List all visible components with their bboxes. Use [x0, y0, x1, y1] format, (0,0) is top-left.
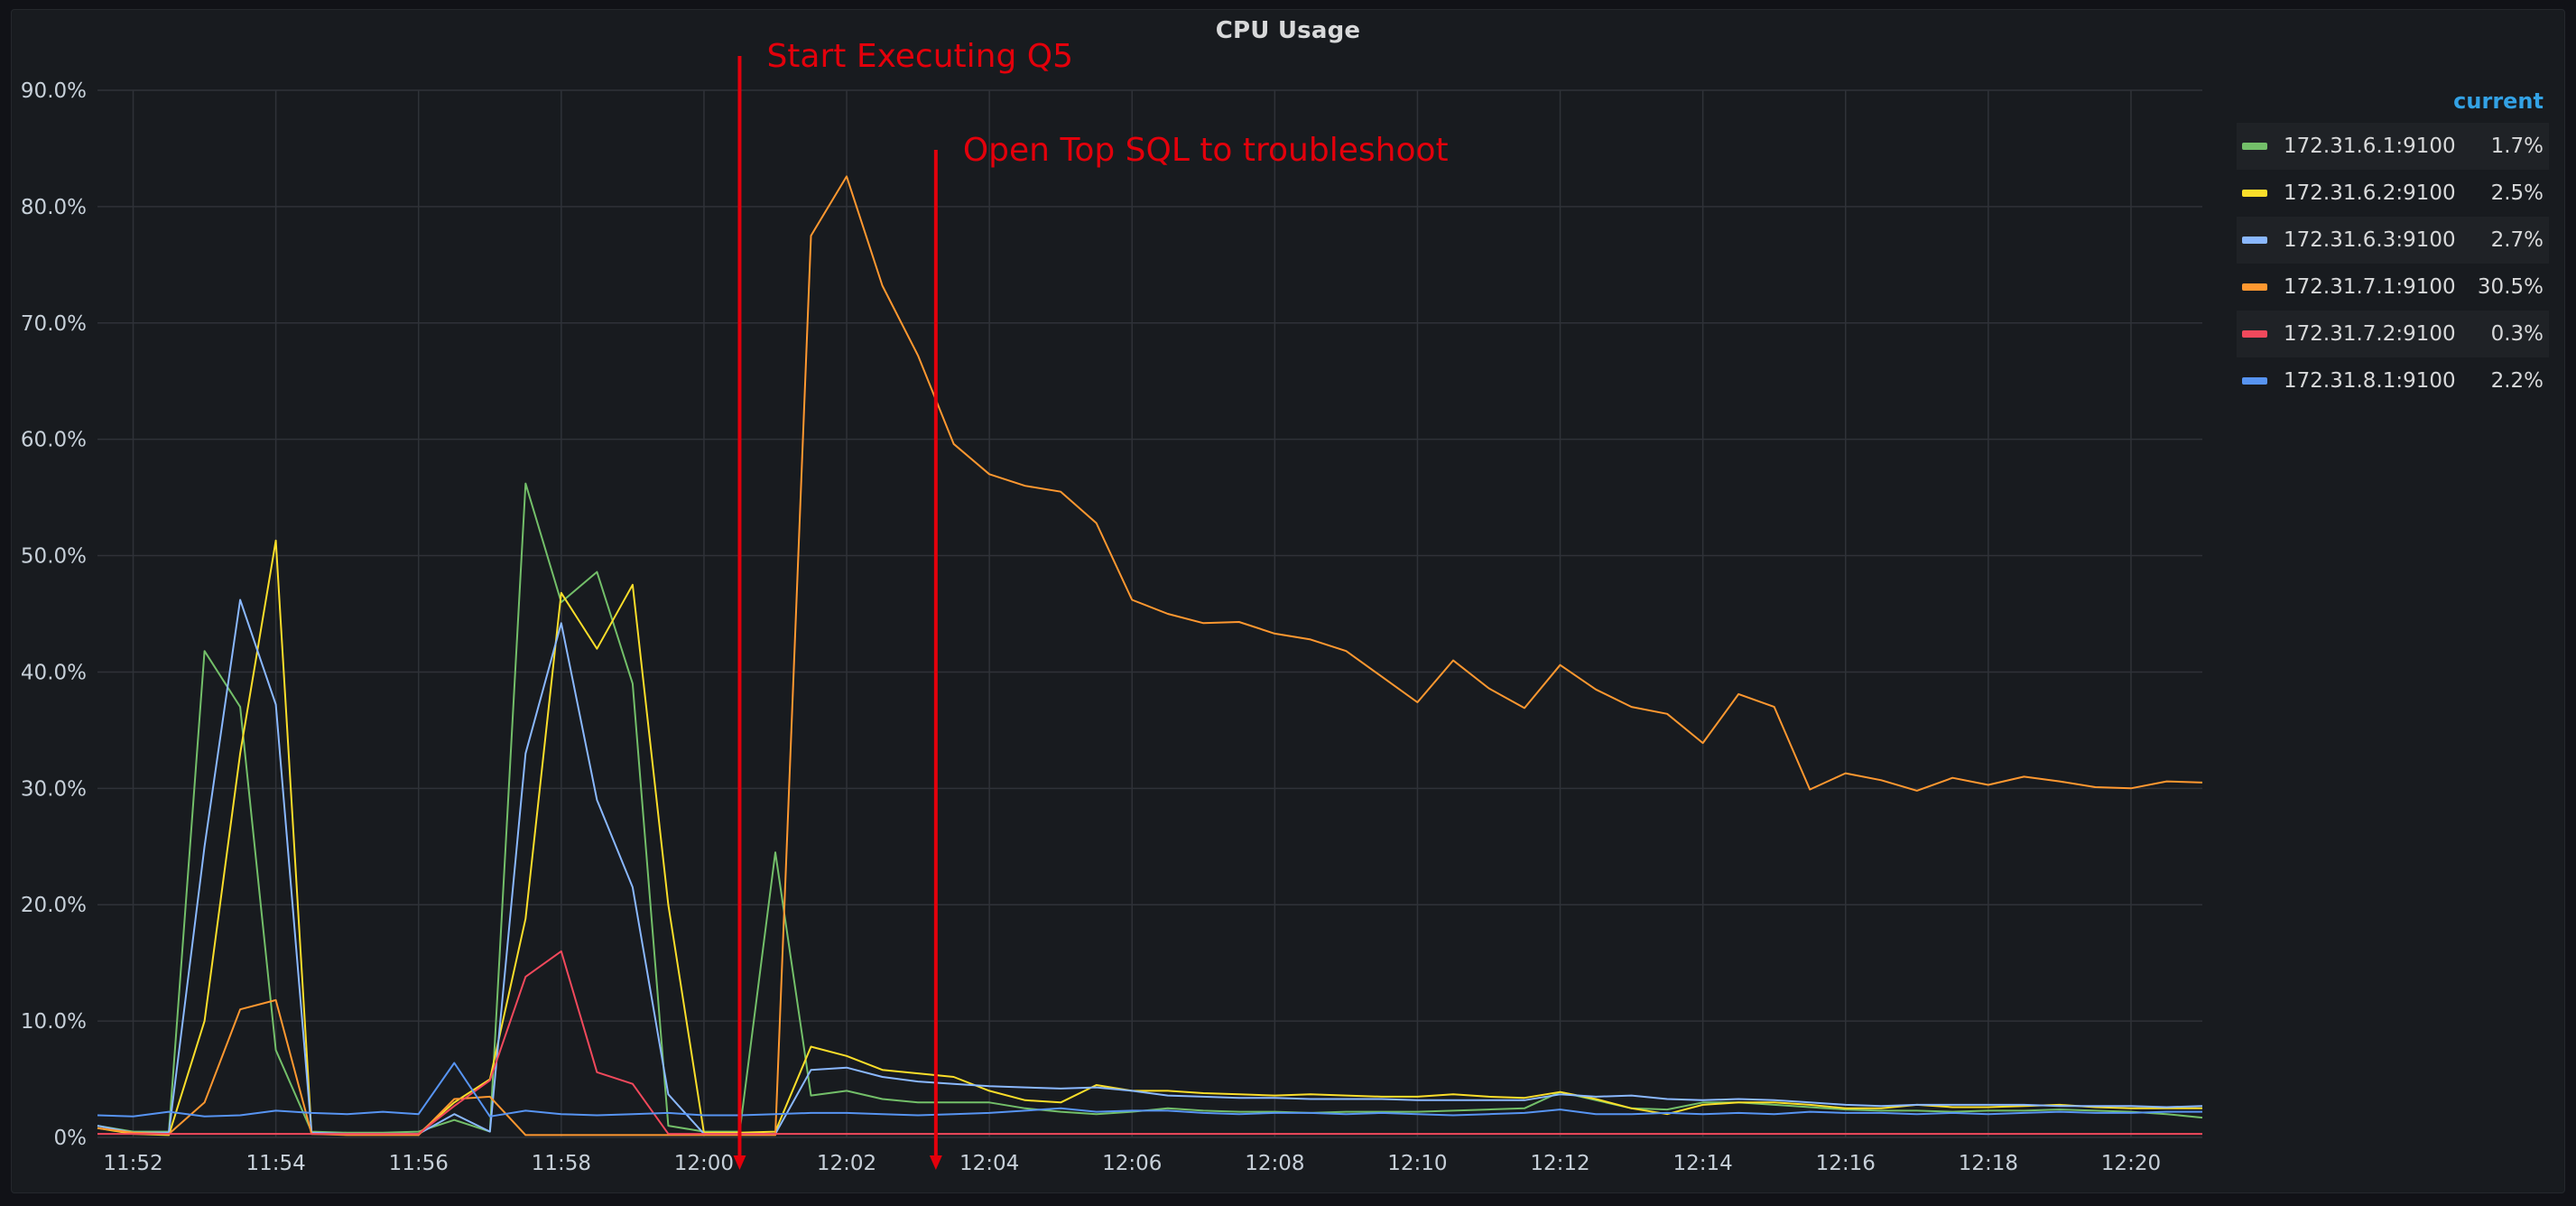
annotation-label: Open Top SQL to troubleshoot	[963, 132, 1449, 169]
annotation-label: Start Executing Q5	[766, 38, 1073, 75]
legend-current-value: 2.2%	[2490, 369, 2544, 393]
legend: current 172.31.6.1:9100 1.7% 172.31.6.2:91…	[2237, 79, 2549, 404]
x-tick-label: 11:56	[389, 1152, 449, 1175]
y-tick-label: 70.0%	[21, 312, 87, 336]
legend-current-value: 0.3%	[2490, 322, 2544, 346]
legend-rows: 172.31.6.1:9100 1.7% 172.31.6.2:9100 2.5% 17…	[2237, 123, 2549, 404]
x-tick-label: 12:04	[959, 1152, 1019, 1175]
y-tick-label: 40.0%	[21, 661, 87, 684]
legend-series-name: 172.31.7.2:9100	[2284, 322, 2456, 346]
legend-swatch	[2242, 143, 2267, 150]
legend-series-name: 172.31.8.1:9100	[2284, 369, 2456, 393]
legend-series-name: 172.31.6.2:9100	[2284, 181, 2456, 205]
legend-swatch	[2242, 377, 2267, 385]
x-tick-label: 11:52	[103, 1152, 162, 1175]
y-tick-label: 30.0%	[21, 777, 87, 801]
y-tick-label: 50.0%	[21, 545, 87, 569]
y-tick-label: 90.0%	[21, 79, 87, 103]
x-tick-label: 12:08	[1245, 1152, 1304, 1175]
x-tick-label: 12:18	[1959, 1152, 2018, 1175]
cpu-usage-chart: 0% 10.0% 20.0% 30.0% 40.0% 50.0% 60.0% 70.0% 80.…	[21, 38, 2203, 1175]
series-line-172.31.6.3:9100	[97, 598, 2203, 1136]
x-tick-label: 12:06	[1102, 1152, 1162, 1175]
annotation-arrow-head	[733, 1155, 746, 1170]
x-tick-label: 12:10	[1387, 1152, 1447, 1175]
x-tick-label: 11:58	[532, 1152, 591, 1175]
series-line-172.31.7.1:9100	[97, 175, 2203, 1136]
legend-item[interactable]: 172.31.8.1:9100 2.2%	[2237, 357, 2549, 404]
series-line-172.31.6.1:9100	[97, 482, 2203, 1134]
legend-item[interactable]: 172.31.6.1:9100 1.7%	[2237, 123, 2549, 170]
legend-swatch	[2242, 237, 2267, 244]
legend-series-name: 172.31.6.1:9100	[2284, 135, 2456, 158]
legend-swatch	[2242, 283, 2267, 291]
legend-series-name: 172.31.7.1:9100	[2284, 275, 2456, 299]
legend-swatch	[2242, 330, 2267, 338]
y-tick-label: 0%	[54, 1127, 88, 1150]
legend-item[interactable]: 172.31.7.2:9100 0.3%	[2237, 311, 2549, 357]
x-tick-label: 12:20	[2101, 1152, 2161, 1175]
legend-item[interactable]: 172.31.6.2:9100 2.5%	[2237, 170, 2549, 217]
legend-current-value: 2.7%	[2490, 228, 2544, 252]
legend-swatch	[2242, 190, 2267, 197]
series-line-172.31.6.2:9100	[97, 539, 2202, 1136]
y-tick-label: 80.0%	[21, 196, 87, 219]
legend-item[interactable]: 172.31.6.3:9100 2.7%	[2237, 217, 2549, 264]
legend-item[interactable]: 172.31.7.1:9100 30.5%	[2237, 264, 2549, 311]
y-tick-label: 60.0%	[21, 429, 87, 452]
x-tick-label: 12:02	[817, 1152, 876, 1175]
annotation-arrow-head	[929, 1155, 942, 1170]
y-tick-label: 10.0%	[21, 1010, 87, 1034]
y-tick-label: 20.0%	[21, 894, 87, 917]
legend-series-name: 172.31.6.3:9100	[2284, 228, 2456, 252]
legend-current-value: 30.5%	[2477, 275, 2544, 299]
x-tick-label: 12:14	[1673, 1152, 1732, 1175]
x-tick-label: 11:54	[246, 1152, 305, 1175]
legend-current-value: 2.5%	[2490, 181, 2544, 205]
x-tick-label: 12:00	[674, 1152, 734, 1175]
legend-header-current[interactable]: current	[2237, 79, 2549, 123]
legend-current-value: 1.7%	[2490, 135, 2544, 158]
x-tick-label: 12:12	[1530, 1152, 1589, 1175]
x-tick-label: 12:16	[1816, 1152, 1876, 1175]
